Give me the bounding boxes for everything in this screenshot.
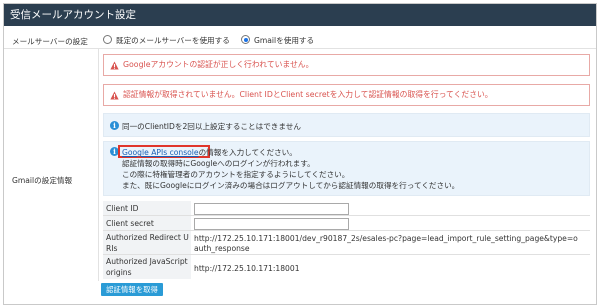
mail-server-label: メールサーバーの設定 [12,37,88,46]
js-origins-value: http://172.25.10.171:18001 [194,264,300,273]
gmail-settings-label: Gmailの設定情報 [12,176,73,185]
page-title: 受信メールアカウント設定 [4,4,596,26]
client-id-input[interactable] [194,203,349,215]
client-secret-label: Client secret [103,216,191,230]
instructions-line2: 認証情報の取得時にGoogleへのログインが行われます。 [122,159,315,168]
instructions-line4: また、既にGoogleにログイン済みの場合はログアウトしてから認証情報の取得を行… [122,181,460,190]
google-apis-console-link[interactable]: Google APIs console [122,148,199,157]
table-row: Authorized JavaScript origins http://172… [103,255,590,279]
radio-default-server[interactable] [103,35,112,44]
redirect-uris-value-line2: auth_response [194,244,250,253]
warning-icon [110,61,119,70]
alert-credentials-missing-text: 認証情報が取得されていません。Client IDとClient secretを入… [123,90,493,99]
table-row: Client secret [103,216,590,231]
instructions-line1: Google APIs consoleの情報を入力してください。 [122,147,297,158]
warning-icon [110,91,119,100]
table-row: Client ID [103,201,590,216]
notice-duplicate-clientid: i 同一のClientIDを2回以上設定することはできません [103,113,590,137]
radio-default-server-label[interactable]: 既定のメールサーバーを使用する [116,35,230,46]
alert-auth-failed: Googleアカウントの認証が正しく行われていません。 [103,54,590,76]
redirect-uris-label-line1: Authorized Redirect U [106,233,189,242]
radio-gmail[interactable] [241,35,250,44]
settings-panel: 受信メールアカウント設定 メールサーバーの設定 既定のメールサーバーを使用する … [3,3,597,305]
instructions-line3: この際に特権管理者のアカウントを指定するようにしてください。 [122,170,350,179]
js-origins-label-line1: Authorized JavaScript [106,257,188,266]
redirect-uris-value-line1: http://172.25.10.171:18001/dev_r90187_2s… [194,234,578,243]
instructions-panel: i Google APIs consoleの情報を入力してください。 認証情報の… [103,141,590,196]
radio-gmail-label[interactable]: Gmailを使用する [254,35,314,46]
section-divider [98,49,99,281]
fetch-credentials-button[interactable]: 認証情報を取得 [101,283,163,296]
credentials-table: Client ID Client secret Authorized Redir… [103,201,590,279]
js-origins-label-line2: origins [106,268,132,277]
notice-text: 同一のClientIDを2回以上設定することはできません [122,122,301,131]
alert-auth-failed-text: Googleアカウントの認証が正しく行われていません。 [123,60,314,69]
table-row: Authorized Redirect U RIs http://172.25.… [103,231,590,255]
client-secret-input[interactable] [194,218,349,230]
redirect-uris-label: Authorized Redirect U RIs [103,231,191,254]
client-id-label: Client ID [103,201,191,215]
alert-credentials-missing: 認証情報が取得されていません。Client IDとClient secretを入… [103,84,590,106]
js-origins-label: Authorized JavaScript origins [103,255,191,279]
instructions-line1-suffix: の情報を入力してください。 [198,148,297,157]
redirect-uris-label-line2: RIs [106,244,118,253]
mail-server-row: メールサーバーの設定 既定のメールサーバーを使用する Gmailを使用する [4,31,596,49]
info-icon: i [110,121,119,130]
